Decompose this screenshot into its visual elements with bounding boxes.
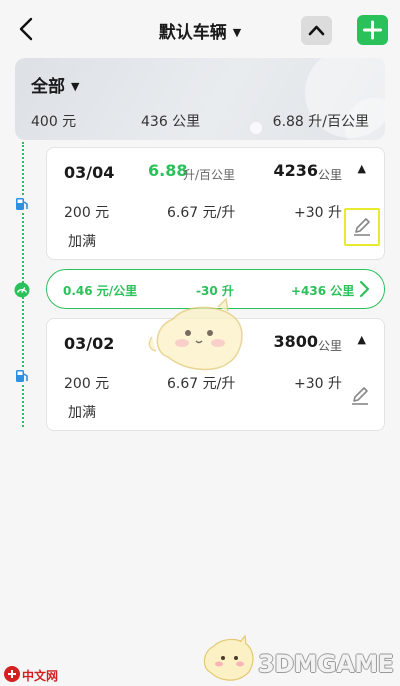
total-cost: 400 元 bbox=[31, 114, 77, 130]
collapse-caret-icon[interactable]: ▲ bbox=[358, 333, 366, 346]
pencil-icon bbox=[352, 387, 368, 405]
filter-label: 全部 bbox=[31, 77, 65, 97]
record-odometer: 3800 bbox=[273, 332, 318, 351]
3dm-watermark: 3DMGAME bbox=[200, 632, 400, 686]
fuel-pump-icon bbox=[14, 368, 30, 384]
segment-distance: +436 公里 bbox=[291, 284, 355, 298]
fuel-pump-icon bbox=[14, 196, 30, 212]
pencil-icon bbox=[354, 218, 370, 236]
mascot-watermark-icon bbox=[148, 297, 243, 371]
edit-record-button[interactable] bbox=[344, 208, 380, 246]
plus-icon bbox=[363, 20, 382, 40]
filter-dropdown[interactable]: 全部 ▼ bbox=[31, 72, 79, 97]
record-fill-status: 加满 bbox=[68, 405, 96, 421]
decorative-bubble bbox=[250, 122, 262, 134]
average-consumption: 6.88 升/百公里 bbox=[272, 114, 369, 130]
collapse-caret-icon[interactable]: ▲ bbox=[358, 162, 366, 175]
record-volume: +30 升 bbox=[294, 205, 342, 221]
segment-cost-per-km: 0.46 元/公里 bbox=[63, 284, 138, 298]
record-consumption: 6.88 bbox=[148, 161, 188, 180]
top-bar: 默认车辆 ▼ bbox=[0, 0, 400, 58]
site-watermark: 中文网 bbox=[0, 662, 80, 686]
collapse-button[interactable] bbox=[301, 16, 332, 45]
chevron-up-icon bbox=[308, 25, 325, 36]
record-cost: 200 元 bbox=[64, 205, 110, 221]
record-odometer-unit: 公里 bbox=[318, 168, 343, 182]
record-cost: 200 元 bbox=[64, 376, 110, 392]
logo-icon bbox=[4, 666, 20, 682]
caret-down-icon: ▼ bbox=[232, 26, 242, 39]
record-odometer-unit: 公里 bbox=[318, 339, 343, 353]
3dm-watermark-text: 3DMGAME bbox=[258, 650, 394, 678]
caret-down-icon: ▼ bbox=[71, 80, 80, 93]
record-consumption-unit: 升/百公里 bbox=[183, 168, 236, 182]
summary-card: 全部 ▼ 400 元 436 公里 6.88 升/百公里 bbox=[15, 58, 385, 140]
record-unit-price: 6.67 元/升 bbox=[167, 205, 236, 221]
record-date: 03/04 bbox=[64, 163, 115, 182]
vehicle-selector[interactable]: 默认车辆 ▼ bbox=[0, 18, 400, 43]
record-volume: +30 升 bbox=[294, 376, 342, 392]
chevron-right-icon bbox=[359, 280, 370, 298]
edit-record-button[interactable] bbox=[344, 379, 380, 417]
record-fill-status: 加满 bbox=[68, 234, 96, 250]
total-distance: 436 公里 bbox=[141, 114, 201, 130]
mascot-watermark-icon bbox=[203, 634, 254, 681]
site-watermark-text: 中文网 bbox=[22, 669, 59, 683]
vehicle-title: 默认车辆 bbox=[158, 23, 227, 43]
fuel-record-card[interactable]: 03/04 6.88 升/百公里 4236 公里 ▲ 200 元 6.67 元/… bbox=[46, 147, 385, 260]
add-record-button[interactable] bbox=[357, 15, 388, 45]
record-odometer: 4236 bbox=[273, 161, 318, 180]
record-date: 03/02 bbox=[64, 334, 115, 353]
speedometer-icon bbox=[14, 282, 30, 298]
